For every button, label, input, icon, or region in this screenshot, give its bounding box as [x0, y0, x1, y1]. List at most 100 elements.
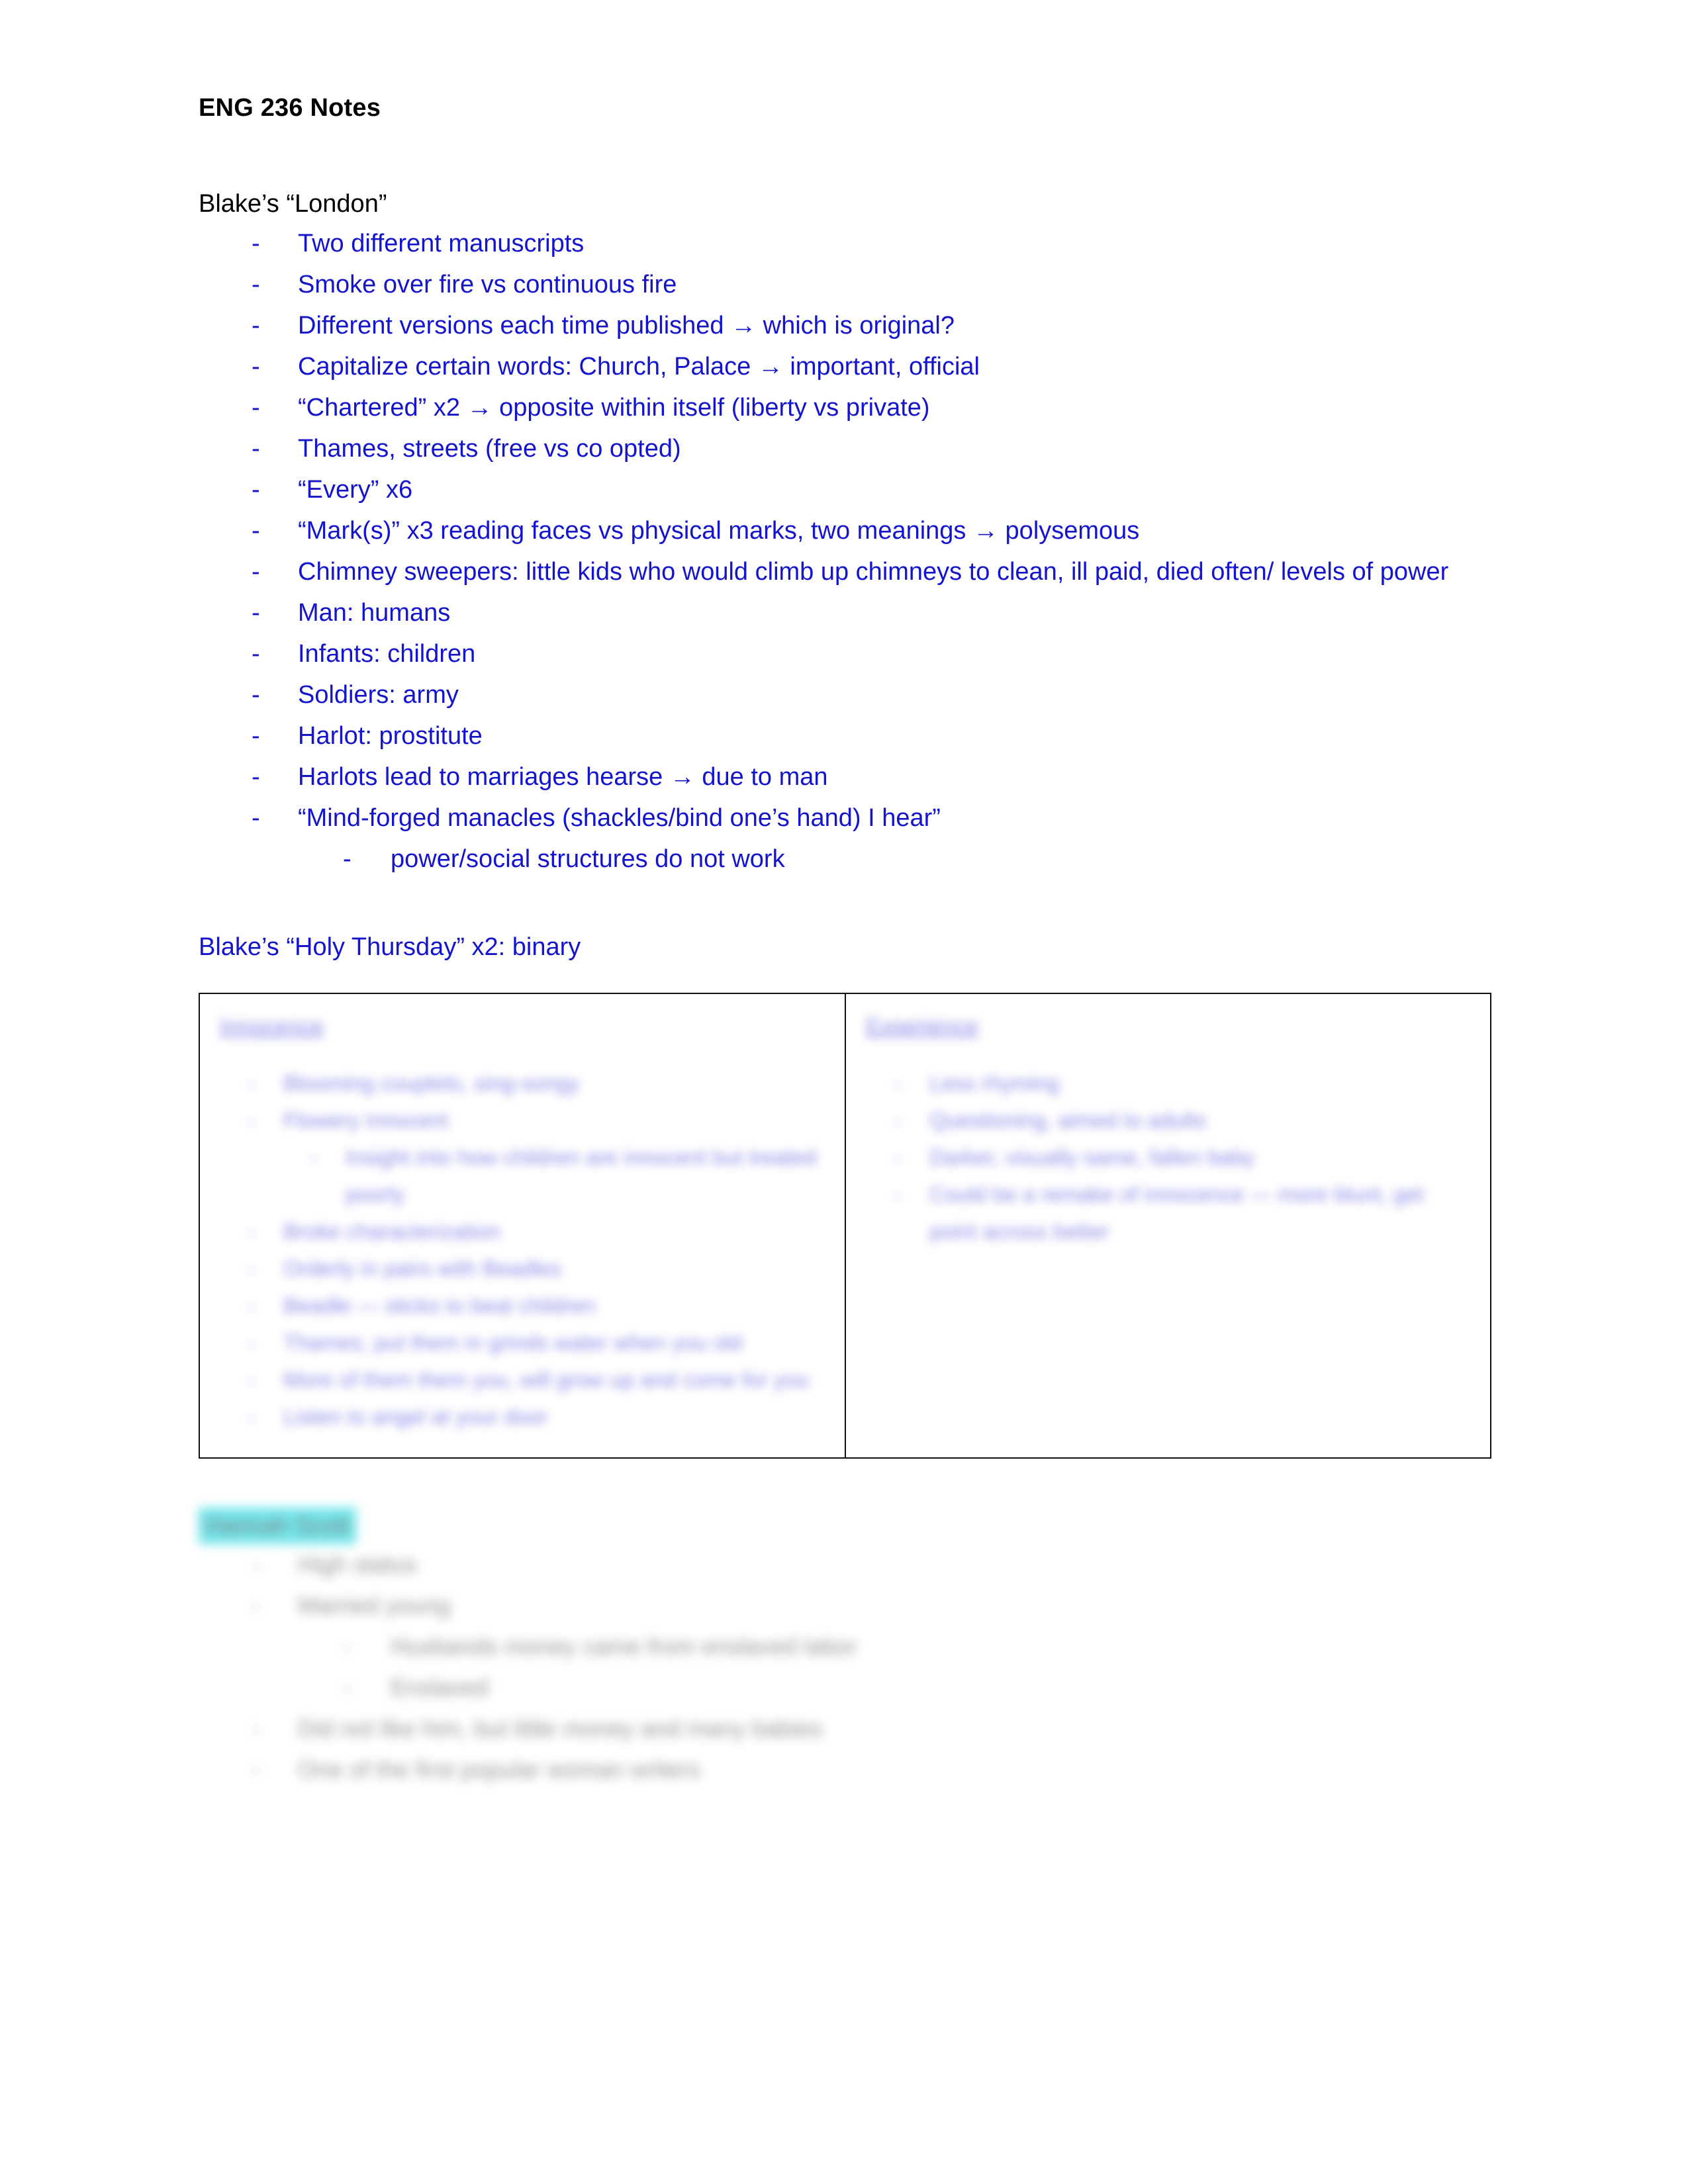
list-item-label: Harlots lead to marriages hearse → due t…	[298, 762, 828, 791]
innocence-sub-list: - Insight into how children are innocent …	[220, 1139, 825, 1213]
dash-bullet-icon: -	[248, 1108, 255, 1133]
list-item: - Smoke over fire vs continuous fire	[199, 264, 1496, 305]
list-item: - Listen to angel at your door	[220, 1398, 825, 1435]
redacted-content-experience: Experience - Less rhyming - Questioning, a…	[866, 1011, 1470, 1251]
list-item-label: Thames, streets (free vs co opted)	[298, 434, 681, 463]
table-row: Innocence - Blooming couplets, sing-songy…	[200, 993, 1490, 1457]
document-page: ENG 236 Notes Blake’s “London” - Two diff…	[0, 0, 1688, 2184]
binary-comparison-table: Innocence - Blooming couplets, sing-songy…	[199, 992, 1491, 1459]
list-item-label: Infants: children	[298, 639, 476, 668]
redacted-content-mary-scott: Hannah Scott - High status - Married young…	[199, 1507, 1496, 1790]
london-sub-bullet-list: - power/social structures do not work	[199, 839, 1496, 880]
list-item: - Enslaved	[199, 1667, 1496, 1708]
list-item-label: Insight into how children are innocent b…	[346, 1145, 817, 1207]
list-item-label: Enslaved	[391, 1673, 489, 1701]
dash-bullet-icon: -	[252, 229, 260, 257]
london-bullet-list: - Two different manuscripts - Smoke over f…	[199, 223, 1496, 839]
list-item: - Husbands money came from enslaved labor	[199, 1626, 1496, 1667]
list-item-label: More of them them you, will grow up and …	[283, 1367, 810, 1392]
list-item-label: Soldiers: army	[298, 680, 459, 709]
list-item: - Flowery innocent	[220, 1102, 825, 1139]
london-heading: Blake’s “London”	[199, 189, 387, 218]
list-item: - High status	[199, 1544, 1496, 1585]
list-item-label: power/social structures do not work	[391, 844, 785, 873]
list-item-label: “Every” x6	[298, 475, 413, 504]
dash-bullet-icon: -	[248, 1330, 255, 1355]
dash-bullet-icon: -	[252, 639, 260, 668]
innocence-list-cont: - Broke characterization - Orderly in pair…	[220, 1213, 825, 1435]
list-item: - Thames, put them in grinds water when y…	[220, 1324, 825, 1361]
list-item-label: Two different manuscripts	[298, 229, 585, 257]
list-item: - “Mark(s)” x3 reading faces vs physical …	[199, 510, 1496, 551]
dash-bullet-icon: -	[252, 1591, 259, 1619]
list-item-label: Did not like him, but little money and m…	[298, 1714, 823, 1742]
dash-bullet-icon: -	[252, 762, 260, 791]
list-item-label: Different versions each time published →…	[298, 311, 955, 340]
list-item: - Soldiers: army	[199, 674, 1496, 715]
list-item: - “Chartered” x2 → opposite within itself…	[199, 387, 1496, 428]
dash-bullet-icon: -	[252, 393, 260, 422]
list-item: - Could be a remake of innocence — more b…	[866, 1176, 1470, 1250]
list-item: - “Every” x6	[199, 469, 1496, 510]
dash-bullet-icon: -	[894, 1071, 901, 1096]
list-item: - Harlot: prostitute	[199, 715, 1496, 756]
dash-bullet-icon: -	[248, 1367, 255, 1392]
list-item-label: Broke characterization	[283, 1219, 501, 1244]
list-item: - Darker, visually same, fallen baby	[866, 1139, 1470, 1176]
list-item-label: Beadle — sticks to beat children	[283, 1293, 596, 1318]
dash-bullet-icon: -	[343, 1673, 351, 1701]
list-item-label: One of the first popular woman writers	[298, 1755, 701, 1783]
dash-bullet-icon: -	[252, 352, 260, 381]
page-title: ENG 236 Notes	[199, 94, 381, 122]
list-item: - Blooming couplets, sing-songy	[220, 1065, 825, 1102]
list-item: - Infants: children	[199, 633, 1496, 674]
dash-bullet-icon: -	[252, 721, 260, 750]
dash-bullet-icon: -	[248, 1293, 255, 1318]
dash-bullet-icon: -	[248, 1071, 255, 1096]
section-london: Blake’s “London” - Two different manuscri…	[199, 185, 1496, 880]
list-item-label: Husbands money came from enslaved labor	[391, 1632, 857, 1660]
list-item: - Different versions each time published …	[199, 305, 1496, 346]
list-item: - Broke characterization	[220, 1213, 825, 1250]
section-mary-scott: Hannah Scott - High status - Married young…	[199, 1507, 1496, 1790]
dash-bullet-icon: -	[252, 1755, 259, 1783]
list-item: - Orderly in pairs with Beadles	[220, 1250, 825, 1287]
dash-bullet-icon: -	[248, 1219, 255, 1244]
list-item-label: Questioning, aimed to adults	[929, 1108, 1207, 1133]
list-item: - Two different manuscripts	[199, 223, 1496, 264]
list-item: - More of them them you, will grow up and…	[220, 1361, 825, 1398]
list-item-label: Smoke over fire vs continuous fire	[298, 270, 677, 298]
list-item: - Did not like him, but little money and …	[199, 1708, 1496, 1749]
list-item: - Chimney sweepers: little kids who would…	[199, 551, 1496, 592]
list-item-label: Chimney sweepers: little kids who would …	[298, 557, 1449, 586]
list-item: - Thames, streets (free vs co opted)	[199, 428, 1496, 469]
innocence-list: - Blooming couplets, sing-songy - Flowery …	[220, 1065, 825, 1139]
list-item-label: Less rhyming	[929, 1071, 1060, 1096]
section-holy-thursday: Blake’s “Holy Thursday” x2: binary Innoc…	[199, 929, 1496, 1459]
dash-bullet-icon: -	[252, 434, 260, 463]
dash-bullet-icon: -	[252, 311, 260, 340]
list-item-label: Man: humans	[298, 598, 451, 627]
list-item-label: Harlot: prostitute	[298, 721, 483, 750]
redacted-content-innocence: Innocence - Blooming couplets, sing-songy…	[220, 1011, 825, 1436]
table-cell-innocence: Innocence - Blooming couplets, sing-songy…	[200, 993, 846, 1457]
list-item: - Man: humans	[199, 592, 1496, 633]
dash-bullet-icon: -	[894, 1108, 901, 1133]
holy-thursday-heading: Blake’s “Holy Thursday” x2: binary	[199, 933, 581, 961]
column-header-innocence: Innocence	[220, 1013, 324, 1039]
list-item: - Beadle — sticks to beat children	[220, 1287, 825, 1324]
dash-bullet-icon: -	[248, 1256, 255, 1281]
dash-bullet-icon: -	[252, 475, 260, 504]
list-item-label: “Mind-forged manacles (shackles/bind one…	[298, 803, 941, 832]
dash-bullet-icon: -	[252, 1550, 259, 1578]
mary-scott-sub-list: - Husbands money came from enslaved labor…	[199, 1626, 1496, 1708]
highlighted-heading: Hannah Scott	[199, 1507, 357, 1544]
mary-scott-list: - High status - Married young	[199, 1544, 1496, 1626]
dash-bullet-icon: -	[252, 803, 260, 832]
list-item: - Insight into how children are innocent …	[220, 1139, 825, 1213]
dash-bullet-icon: -	[894, 1145, 901, 1170]
mary-scott-list-cont: - Did not like him, but little money and …	[199, 1708, 1496, 1790]
highlight-heading-wrapper: Hannah Scott	[199, 1507, 1496, 1544]
